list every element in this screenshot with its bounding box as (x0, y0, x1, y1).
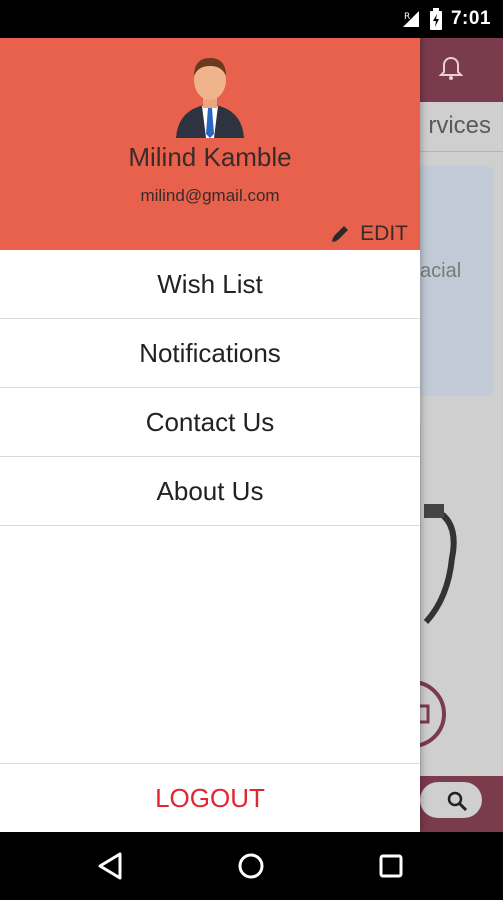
recents-icon[interactable] (373, 848, 409, 884)
home-icon[interactable] (233, 848, 269, 884)
avatar (176, 58, 244, 138)
status-bar: R 7:01 (0, 0, 503, 38)
tab-services: rvices (428, 112, 491, 139)
user-email: milind@gmail.com (140, 186, 280, 205)
svg-text:R: R (404, 12, 410, 22)
menu-item-label: Wish List (157, 268, 263, 299)
logout-button[interactable]: LOGOUT (0, 764, 420, 832)
menu-item-wish-list[interactable]: Wish List (0, 250, 420, 319)
logout-label: LOGOUT (155, 782, 265, 813)
menu-item-label: Contact Us (145, 406, 275, 437)
background-card-text: acial (420, 260, 462, 282)
edit-profile-button[interactable]: EDIT (330, 222, 408, 246)
menu-item-contact-us[interactable]: Contact Us (0, 388, 420, 457)
menu-item-notifications[interactable]: Notifications (0, 319, 420, 388)
system-nav-bar (0, 832, 503, 900)
back-icon[interactable] (93, 848, 129, 884)
signal-icon: R (402, 11, 419, 27)
battery-icon (429, 8, 442, 30)
menu-item-label: Notifications (139, 337, 281, 368)
product-image (423, 504, 457, 625)
drawer-header: Milind Kamble milind@gmail.com EDIT (0, 38, 420, 250)
bell-icon (438, 56, 464, 80)
pencil-icon (332, 226, 349, 242)
search-icon (447, 791, 468, 812)
menu-item-label: About Us (156, 475, 264, 506)
status-time: 7:01 (450, 8, 491, 29)
menu-item-about-us[interactable]: About Us (0, 457, 420, 526)
user-name: Milind Kamble (128, 142, 292, 172)
edit-label: EDIT (360, 222, 408, 245)
navigation-drawer: Milind Kamble milind@gmail.com EDIT Wish… (0, 38, 420, 832)
